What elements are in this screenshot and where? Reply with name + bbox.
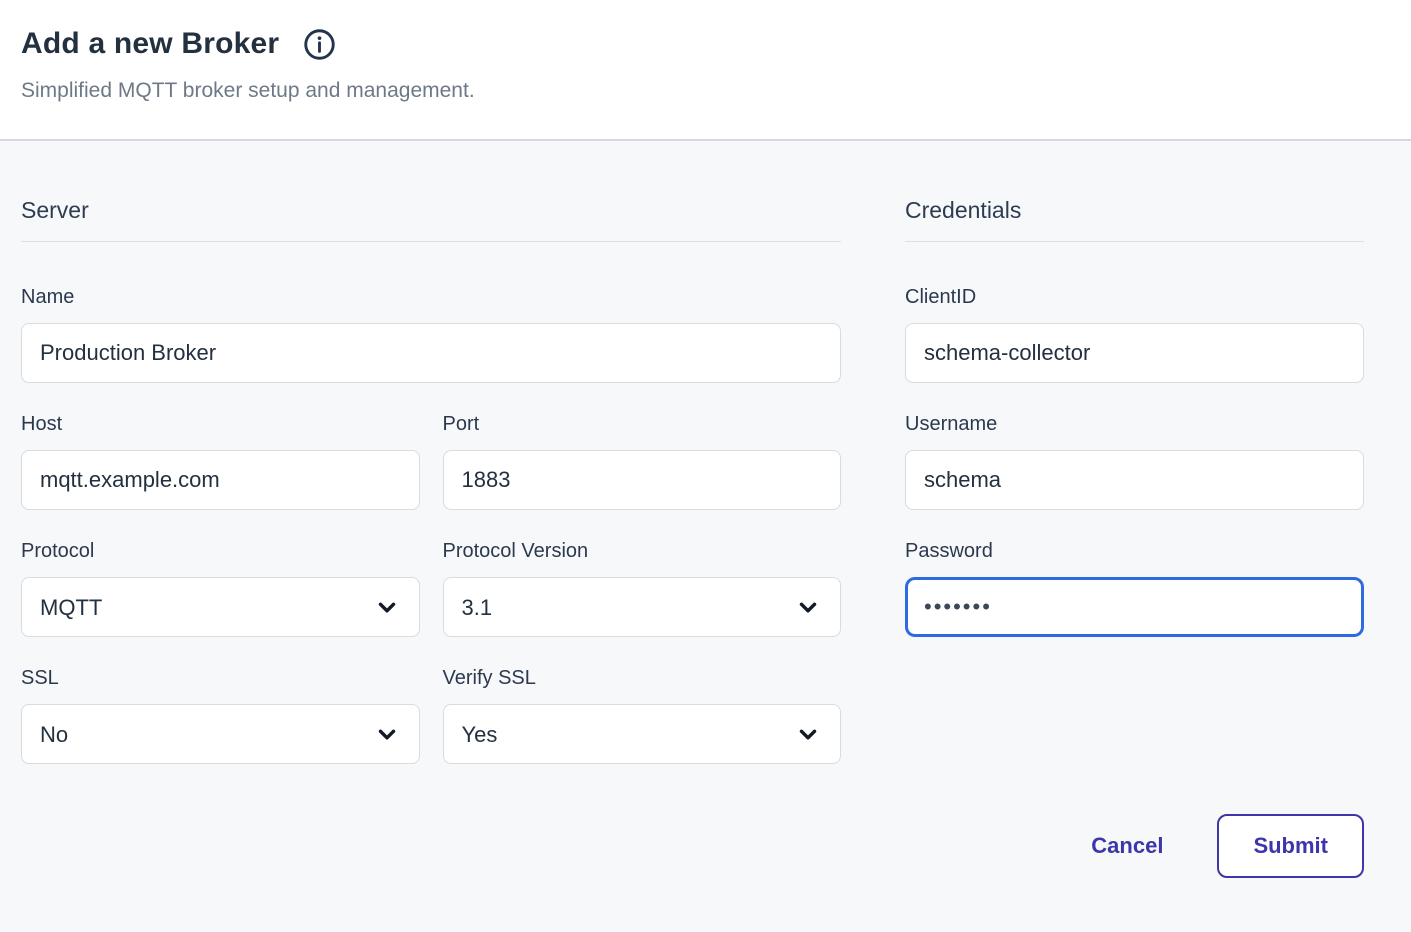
verify-ssl-label: Verify SSL <box>443 665 842 691</box>
submit-button[interactable]: Submit <box>1217 814 1364 878</box>
title-row: Add a new Broker <box>21 27 1387 61</box>
form-actions: Cancel Submit <box>905 814 1364 878</box>
ssl-label: SSL <box>21 665 420 691</box>
password-label: Password <box>905 538 1364 564</box>
protocol-version-select[interactable]: 3.1 <box>443 577 842 637</box>
protocol-label: Protocol <box>21 538 420 564</box>
verify-ssl-select[interactable]: Yes <box>443 704 842 764</box>
ssl-select[interactable]: No <box>21 704 420 764</box>
ssl-row: SSL No Verify SSL Yes <box>21 637 841 764</box>
username-input[interactable] <box>905 450 1364 510</box>
host-label: Host <box>21 411 420 437</box>
host-port-row: Host Port <box>21 383 841 510</box>
password-input[interactable] <box>905 577 1364 637</box>
host-input[interactable] <box>21 450 420 510</box>
client-id-label: ClientID <box>905 284 1364 310</box>
ssl-select-wrap: No <box>21 704 420 764</box>
protocol-version-field-group: Protocol Version 3.1 <box>443 538 842 637</box>
cancel-button[interactable]: Cancel <box>1091 833 1163 859</box>
name-label: Name <box>21 284 841 310</box>
credentials-section-title: Credentials <box>905 195 1364 225</box>
protocol-row: Protocol MQTT Protocol Version <box>21 510 841 637</box>
protocol-field-group: Protocol MQTT <box>21 538 420 637</box>
host-field-group: Host <box>21 411 420 510</box>
port-input[interactable] <box>443 450 842 510</box>
server-section-title: Server <box>21 195 841 225</box>
section-divider <box>905 241 1364 242</box>
verify-ssl-field-group: Verify SSL Yes <box>443 665 842 764</box>
password-field-group: Password <box>905 538 1364 637</box>
protocol-version-label: Protocol Version <box>443 538 842 564</box>
credentials-section: Credentials ClientID Username Password C… <box>905 195 1364 878</box>
server-section: Server Name Host Port Protocol MQTT <box>21 195 841 878</box>
name-field-group: Name <box>21 284 841 383</box>
verify-ssl-select-wrap: Yes <box>443 704 842 764</box>
name-input[interactable] <box>21 323 841 383</box>
protocol-select-wrap: MQTT <box>21 577 420 637</box>
port-field-group: Port <box>443 411 842 510</box>
username-field-group: Username <box>905 411 1364 510</box>
page-subtitle: Simplified MQTT broker setup and managem… <box>21 79 1387 103</box>
client-id-field-group: ClientID <box>905 284 1364 383</box>
section-divider <box>21 241 841 242</box>
page-header: Add a new Broker Simplified MQTT broker … <box>0 0 1411 141</box>
ssl-field-group: SSL No <box>21 665 420 764</box>
info-circle-icon[interactable] <box>303 28 336 61</box>
protocol-version-select-wrap: 3.1 <box>443 577 842 637</box>
client-id-input[interactable] <box>905 323 1364 383</box>
broker-form: Server Name Host Port Protocol MQTT <box>0 141 1411 878</box>
protocol-select[interactable]: MQTT <box>21 577 420 637</box>
username-label: Username <box>905 411 1364 437</box>
page-title: Add a new Broker <box>21 27 279 61</box>
port-label: Port <box>443 411 842 437</box>
